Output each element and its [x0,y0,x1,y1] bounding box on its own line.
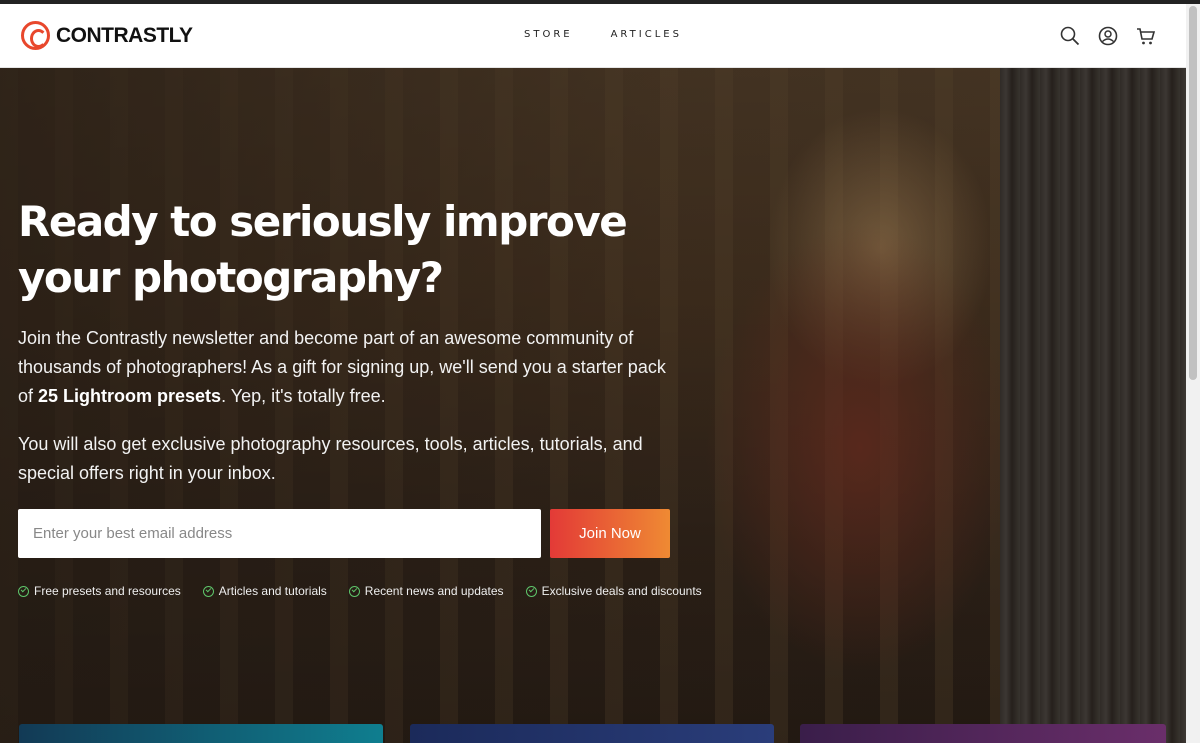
perk-item: Exclusive deals and discounts [525,584,702,598]
brand-name: CONTRASTLY [56,23,193,47]
perk-label: Articles and tutorials [218,584,327,598]
nav-articles[interactable]: ARTICLES [611,29,682,40]
site-header: CONTRASTLY STORE ARTICLES [0,4,1186,68]
join-now-button[interactable]: Join Now [550,509,670,558]
perk-item: Free presets and resources [18,584,181,598]
hero-headline: Ready to seriously improve your photogra… [18,197,628,302]
main-nav: STORE ARTICLES [524,29,682,40]
perk-item: Recent news and updates [348,584,504,598]
perks-list: Free presets and resources Articles and … [18,584,702,598]
hero-section: Ready to seriously improve your photogra… [0,68,1186,743]
check-circle-icon [18,585,29,597]
check-circle-icon [525,585,537,597]
nav-store[interactable]: STORE [524,29,573,40]
perk-label: Exclusive deals and discounts [541,584,702,598]
check-circle-icon [202,585,214,597]
logo-mark-icon [21,21,50,50]
feature-card-blue[interactable] [410,724,774,743]
email-input[interactable] [18,509,541,558]
check-circle-icon [348,585,360,597]
perk-label: Recent news and updates [364,584,504,598]
hero-secondary-text: You will also get exclusive photography … [18,434,643,483]
brand-logo[interactable]: CONTRASTLY [21,21,193,50]
feature-card-teal[interactable] [19,724,383,743]
feature-card-purple[interactable] [800,724,1166,743]
header-icons [1060,26,1156,46]
cart-icon[interactable] [1136,26,1156,46]
intro-text-end: . Yep, it's totally free. [221,386,386,406]
account-icon[interactable] [1098,26,1118,46]
scrollbar-thumb[interactable] [1189,6,1197,380]
search-icon[interactable] [1060,26,1080,46]
perk-label: Free presets and resources [34,584,181,598]
page-scrollbar[interactable] [1186,4,1200,743]
perk-item: Articles and tutorials [202,584,327,598]
intro-text-bold: 25 Lightroom presets [38,386,222,406]
hero-intro-text: Join the Contrastly newsletter and becom… [18,324,683,411]
